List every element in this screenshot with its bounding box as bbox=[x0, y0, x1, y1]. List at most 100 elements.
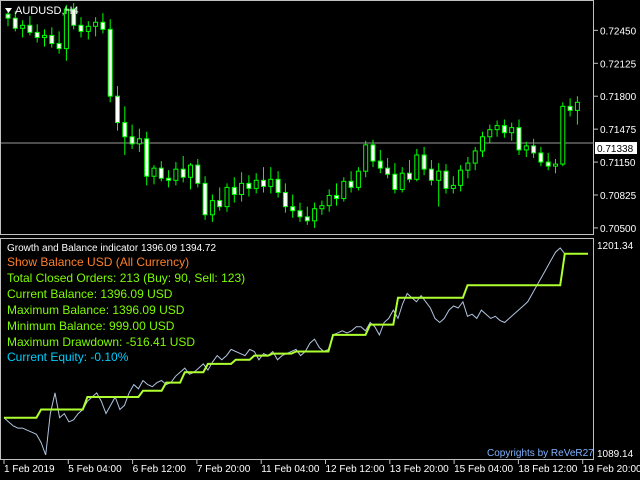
candle-body-bull bbox=[553, 163, 558, 167]
candle-body-bull bbox=[224, 186, 230, 208]
candle-body-bear bbox=[5, 13, 11, 19]
indicator-header: Growth and Balance indicator 1396.09 139… bbox=[7, 243, 216, 254]
info-line-maximum-drawdown: Maximum Drawdown: -516.41 USD bbox=[7, 335, 196, 349]
price-axis-label: 0.70500 bbox=[600, 224, 637, 235]
symbol-title: AUDUSD,H4 bbox=[15, 5, 79, 17]
candle-body-bear bbox=[107, 28, 113, 97]
candle-body-bear bbox=[195, 164, 201, 184]
candle-body-bull bbox=[450, 184, 456, 189]
candle-body-bear bbox=[531, 145, 537, 154]
info-line-maximum-balance: Maximum Balance: 1396.09 USD bbox=[7, 303, 185, 317]
price-axis-label: 0.71475 bbox=[600, 125, 637, 136]
candle-body-bull bbox=[188, 164, 193, 178]
info-line-show-balance: Show Balance USD (All Currency) bbox=[7, 255, 190, 269]
candle-body-bear bbox=[501, 125, 507, 134]
candle-body-bear bbox=[392, 173, 398, 190]
time-axis-label: 18 Feb 12:00 bbox=[518, 464, 577, 475]
candle-body-bear bbox=[290, 206, 296, 212]
indicator-axis-bottom: 1089.14 bbox=[597, 449, 634, 460]
candle-body-bear bbox=[385, 167, 391, 175]
candle-body-bull bbox=[136, 138, 142, 145]
candle-body-bear bbox=[261, 179, 266, 187]
candle-body-bull bbox=[173, 168, 179, 181]
candle-body-bull bbox=[436, 170, 442, 181]
candle-body-bear bbox=[443, 170, 449, 189]
time-axis-label: 7 Feb 20:00 bbox=[197, 464, 251, 475]
candle-body-bear bbox=[122, 122, 128, 138]
candle-body-bear bbox=[166, 177, 172, 181]
candle-body-bull bbox=[574, 101, 580, 111]
candle-body-bear bbox=[27, 24, 33, 33]
price-axis-label: 0.70825 bbox=[600, 191, 637, 202]
time-axis-label: 5 Feb 04:00 bbox=[68, 464, 122, 475]
candle-body-bull bbox=[93, 21, 99, 27]
candle-body-bull bbox=[239, 182, 245, 195]
candle-body-bear bbox=[12, 17, 18, 29]
candle-body-bear bbox=[49, 34, 55, 45]
candle-body-bear bbox=[217, 200, 223, 208]
candle-body-bull bbox=[458, 169, 464, 186]
candle-body-bear bbox=[407, 172, 412, 180]
time-axis-label: 12 Feb 12:00 bbox=[326, 464, 385, 475]
candle-body-bull bbox=[487, 129, 493, 138]
info-line-total-orders: Total Closed Orders: 213 (Buy: 90, Sell:… bbox=[7, 271, 246, 285]
candle-body-bear bbox=[275, 178, 281, 193]
candle-body-bear bbox=[129, 136, 135, 145]
candle-body-bull bbox=[494, 125, 500, 131]
candle-body-bear bbox=[421, 154, 427, 170]
candle-body-bull bbox=[268, 178, 274, 187]
candle-body-bear bbox=[56, 43, 62, 50]
candle-body-bull bbox=[465, 162, 471, 171]
candle-body-bear bbox=[348, 180, 354, 188]
candle-body-bull bbox=[312, 208, 318, 222]
candle-body-bear bbox=[377, 160, 383, 169]
price-axis-label: 0.71800 bbox=[600, 92, 637, 103]
candle-body-bear bbox=[100, 21, 106, 30]
trading-chart[interactable]: 0.72450 0.72125 0.71800 0.71475 0.71150 0.708… bbox=[0, 0, 640, 480]
info-line-minimum-balance: Minimum Balance: 999.00 USD bbox=[7, 319, 175, 333]
candle-body-bull bbox=[326, 195, 332, 207]
candle-body-bull bbox=[560, 105, 566, 165]
candle-body-bear bbox=[538, 152, 544, 163]
candle-body-bear bbox=[202, 182, 208, 216]
candle-body-bear bbox=[545, 161, 551, 167]
candle-body-bull bbox=[151, 167, 157, 177]
candle-body-bull bbox=[253, 179, 259, 189]
candle-body-bull bbox=[85, 25, 91, 32]
candle-body-bear bbox=[144, 138, 150, 177]
price-axis-label: 0.72125 bbox=[600, 59, 637, 70]
candle-body-bull bbox=[355, 170, 361, 188]
candle-body-bull bbox=[42, 34, 47, 38]
candle-body-bear bbox=[231, 186, 237, 195]
candle-body-bear bbox=[516, 127, 522, 151]
candle-body-bear bbox=[567, 105, 573, 111]
candle-body-bull bbox=[523, 145, 529, 151]
candle-body-bear bbox=[158, 167, 164, 179]
candle-body-bear bbox=[370, 144, 376, 162]
candle-body-bull bbox=[20, 24, 26, 29]
candle-body-bull bbox=[414, 154, 420, 180]
candle-body-bull bbox=[509, 127, 515, 134]
candle-body-bear bbox=[282, 191, 288, 208]
candle-body-bull bbox=[319, 205, 325, 210]
price-axis-label: 0.71150 bbox=[600, 158, 636, 169]
candle-body-bull bbox=[472, 150, 478, 164]
candle-body-bear bbox=[428, 168, 434, 181]
info-line-current-equity: Current Equity: -0.10% bbox=[7, 350, 129, 364]
price-axis-label: 0.72450 bbox=[600, 26, 637, 37]
candle-body-bear bbox=[34, 31, 40, 38]
time-axis-label: 13 Feb 20:00 bbox=[390, 464, 449, 475]
copyright-text: Copyrights by ReVeR27 bbox=[487, 448, 594, 459]
time-axis-label: 15 Feb 04:00 bbox=[454, 464, 513, 475]
indicator-axis-top: 1201.34 bbox=[597, 241, 634, 252]
candle-body-bull bbox=[341, 180, 347, 200]
candle-body-bear bbox=[78, 24, 84, 32]
current-price-label: 0.71338 bbox=[597, 144, 634, 155]
time-axis-label: 6 Feb 12:00 bbox=[133, 464, 187, 475]
candle-body-bear bbox=[115, 95, 120, 124]
candle-body-bull bbox=[363, 144, 369, 172]
candle-body-bear bbox=[180, 168, 186, 178]
candle-body-bull bbox=[480, 136, 485, 152]
time-axis-label: 1 Feb 2019 bbox=[4, 464, 55, 475]
candle-body-bull bbox=[209, 200, 215, 216]
